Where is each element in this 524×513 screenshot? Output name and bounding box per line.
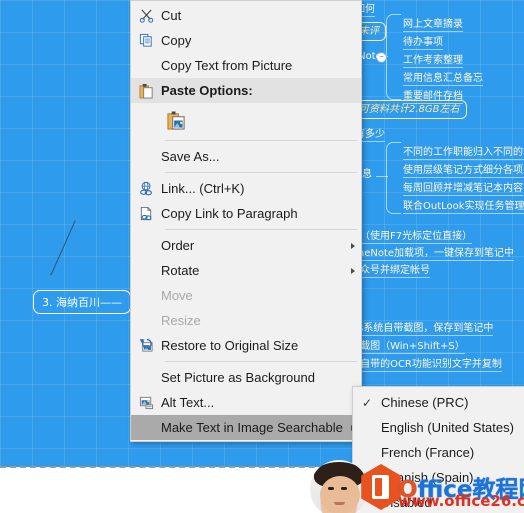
menu-item-label: Save As... — [161, 149, 220, 164]
menu-item-label: Set Picture as Background — [161, 370, 315, 385]
mindmap-main-node[interactable]: 3. 海纳百川—— — [33, 290, 131, 314]
watermark-url: www.office26.com — [398, 492, 524, 510]
submenu-item-label: English (United States) — [381, 420, 514, 435]
avatar-face — [320, 476, 360, 513]
no-icon — [131, 144, 161, 169]
menu-item-label: Copy Text from Picture — [161, 58, 293, 73]
chevron-right-icon — [351, 242, 355, 249]
menu-item-label: Copy — [161, 33, 192, 48]
menu-separator — [165, 361, 357, 362]
no-icon — [131, 108, 161, 133]
menu-item-label: Alt Text... — [161, 395, 215, 410]
mindmap-branch-line — [50, 220, 131, 300]
menu-item-move: Move — [131, 283, 361, 308]
office-logo-document — [372, 475, 389, 499]
link-globe-icon — [131, 176, 161, 201]
mindmap-node[interactable]: te截图（Win+Shift+S） — [350, 340, 465, 354]
menu-item-set-picture-as-background[interactable]: Set Picture as Background — [131, 365, 361, 390]
menu-separator — [165, 172, 357, 173]
menu-item-label: Rotate — [161, 263, 200, 278]
menu-item-save-as[interactable]: Save As... — [131, 144, 361, 169]
mindmap-connector-2 — [376, 176, 388, 177]
menu-item-copy[interactable]: Copy — [131, 28, 361, 53]
submenu-item-french-france[interactable]: French (France) — [353, 440, 524, 465]
no-icon — [131, 365, 161, 390]
menu-header-paste-options: Paste Options: — [131, 78, 361, 103]
menu-item-make-text-in-image-searchable[interactable]: Make Text in Image Searchable — [131, 415, 361, 440]
mindmap-node[interactable]: 常用信息汇总备忘 — [403, 72, 483, 86]
menu-item-label: Order — [161, 238, 195, 253]
checkmark-icon: ✓ — [361, 395, 373, 410]
screen: − 3. 海纳百川—— 如何 未评 eNote 网上文章摘录 待办事项 工作考索整理 常用信… — [0, 0, 524, 513]
submenu-item-label: French (France) — [381, 445, 475, 460]
menu-item-alt-text[interactable]: Alt Text... — [131, 390, 361, 415]
menu-item-resize: Resize — [131, 308, 361, 333]
menu-item-label: Link... (Ctrl+K) — [161, 181, 245, 196]
no-icon — [131, 53, 161, 78]
menu-item-label: Restore to Original Size — [161, 338, 299, 353]
menu-item-rotate[interactable]: Rotate — [131, 258, 361, 283]
mindmap-bracket-2 — [386, 142, 401, 214]
mindmap-node[interactable]: OneNote加载项，一键保存到笔记中 — [350, 247, 515, 261]
menu-item-label: Make Text in Image Searchable — [161, 420, 343, 435]
mindmap-node[interactable]: ws系统自带截图，保存到笔记中 — [350, 322, 494, 336]
mindmap-node[interactable]: 使用层级笔记方式细分各项工作 — [403, 164, 524, 178]
mindmap-node[interactable]: 联合OutLook实现任务管理和奖 — [403, 200, 524, 214]
menu-item-label: Paste Options: — [161, 83, 253, 98]
mindmap-node[interactable]: 公众号并绑定帐号 — [350, 264, 430, 278]
page-link-icon — [131, 201, 161, 226]
mindmap-node[interactable]: 每周回顾并增减笔记本内容 — [403, 182, 523, 196]
avatar-mouth — [334, 502, 345, 505]
clipboard-icon — [131, 78, 161, 103]
restore-image-icon — [131, 333, 161, 358]
mindmap-bracket-1 — [386, 14, 401, 100]
chevron-right-icon — [351, 267, 355, 274]
mindmap-node[interactable]: 可资料共计2.8GB左右 — [352, 100, 467, 119]
menu-item-order[interactable]: Order — [131, 233, 361, 258]
menu-item-cut[interactable]: Cut — [131, 3, 361, 28]
mindmap-node[interactable]: 不同的工作职能归入不同的笔记 — [403, 146, 524, 160]
avatar-eye-left — [328, 487, 334, 490]
avatar-eye-right — [341, 487, 347, 490]
mindmap-node[interactable]: 待办事项 — [403, 36, 443, 50]
menu-item-label: Resize — [161, 313, 201, 328]
paste-picture-icon[interactable] — [161, 108, 191, 133]
menu-item-label: Copy Link to Paragraph — [161, 206, 298, 221]
menu-separator — [165, 229, 357, 230]
no-icon — [131, 415, 161, 440]
menu-item-copy-link-to-paragraph[interactable]: Copy Link to Paragraph — [131, 201, 361, 226]
mindmap-node[interactable]: 网上文章摘录 — [403, 18, 463, 32]
alt-text-icon — [131, 390, 161, 415]
mindmap-node[interactable]: te自带的OCR功能识别文字并复制 — [350, 358, 502, 372]
no-icon — [131, 258, 161, 283]
context-menu[interactable]: Cut Copy Copy Text from Picture Paste Op… — [130, 0, 362, 442]
submenu-item-chinese-prc[interactable]: ✓ Chinese (PRC) — [353, 390, 524, 415]
no-icon — [131, 283, 161, 308]
mindmap-node[interactable]: 答（使用F7光标定位直接） — [350, 230, 473, 244]
menu-item-label: Cut — [161, 8, 182, 23]
menu-item-link[interactable]: Link... (Ctrl+K) — [131, 176, 361, 201]
menu-item-copy-text-from-picture[interactable]: Copy Text from Picture — [131, 53, 361, 78]
submenu-item-label: Chinese (PRC) — [381, 395, 469, 410]
submenu-item-english-us[interactable]: English (United States) — [353, 415, 524, 440]
no-icon — [131, 308, 161, 333]
no-icon — [131, 233, 161, 258]
menu-item-restore-to-original-size[interactable]: Restore to Original Size — [131, 333, 361, 358]
copy-icon — [131, 28, 161, 53]
menu-separator — [165, 140, 357, 141]
menu-item-label: Move — [161, 288, 193, 303]
scissors-icon — [131, 3, 161, 28]
mindmap-node[interactable]: 工作考索整理 — [403, 54, 463, 68]
menu-item-paste-picture[interactable] — [131, 103, 361, 137]
